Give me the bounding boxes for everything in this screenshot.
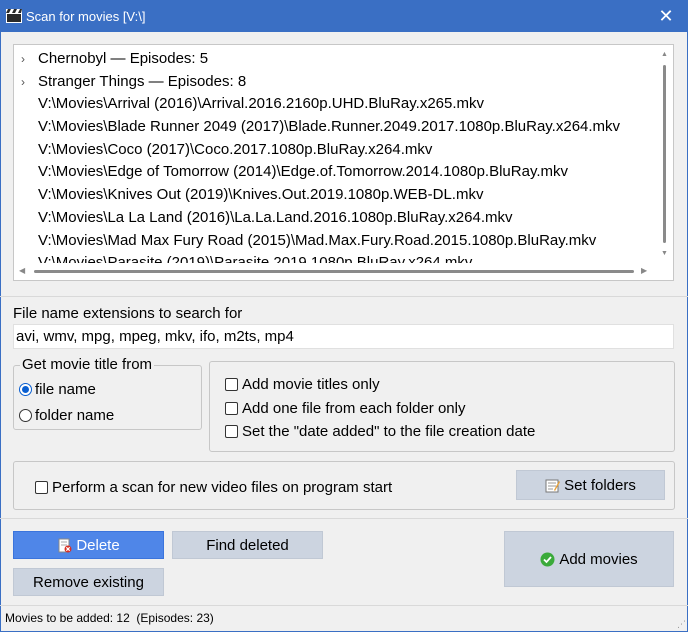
checkbox-icon[interactable] (225, 402, 238, 415)
tree-row-label: V:\Movies\Edge of Tomorrow (2014)\Edge.o… (38, 163, 568, 181)
tree-row-label: V:\Movies\Mad Max Fury Road (2015)\Mad.M… (38, 231, 597, 249)
tree-row[interactable]: V:\Movies\Arrival (2016)\Arrival.2016.21… (14, 93, 654, 116)
scroll-right-icon[interactable]: ▶ (641, 266, 647, 275)
scroll-up-icon[interactable]: ▲ (661, 51, 668, 58)
remove-existing-button[interactable]: Remove existing (13, 568, 164, 596)
add-movies-label: Add movies (559, 550, 638, 568)
option-scan-on-start[interactable]: Perform a scan for new video files on pr… (35, 479, 392, 496)
horizontal-scrollbar[interactable]: ◀ ▶ (14, 263, 658, 280)
tree-row[interactable]: › Stranger Things — Episodes: 8 (14, 71, 654, 94)
clapperboard-icon (6, 9, 22, 23)
delete-button[interactable]: Delete (13, 531, 164, 559)
tree-rows: › Chernobyl — Episodes: 5 › Stranger Things… (14, 48, 654, 275)
tree-row-label: V:\Movies\Knives Out (2019)\Knives.Out.2… (38, 186, 484, 204)
close-button[interactable]: ✕ (644, 0, 688, 32)
radio-folder-name[interactable]: folder name (19, 407, 114, 424)
scroll-down-icon[interactable]: ▼ (661, 250, 668, 257)
option-one-per-folder[interactable]: Add one file from each folder only (225, 400, 465, 417)
option-scan-on-start-label: Perform a scan for new video files on pr… (52, 479, 393, 496)
tree-row[interactable]: V:\Movies\Edge of Tomorrow (2014)\Edge.o… (14, 161, 654, 184)
radio-file-name-label: file name (35, 381, 96, 398)
check-circle-icon (540, 552, 555, 566)
find-deleted-label: Find deleted (206, 536, 289, 554)
resize-grip-icon[interactable]: ⋰ (677, 619, 686, 630)
vertical-scrollbar[interactable]: ▲ ▼ (656, 45, 673, 265)
tree-row[interactable]: V:\Movies\Knives Out (2019)\Knives.Out.2… (14, 184, 654, 207)
title-bar[interactable]: Scan for movies [V:\] ✕ (0, 0, 688, 32)
extensions-input[interactable] (13, 324, 674, 349)
option-one-per-folder-label: Add one file from each folder only (242, 400, 466, 417)
divider (0, 296, 688, 297)
tree-row-label: Stranger Things — Episodes: 8 (38, 72, 247, 90)
vertical-scroll-thumb[interactable] (663, 65, 666, 243)
close-icon: ✕ (658, 5, 674, 26)
tree-row[interactable]: › Chernobyl — Episodes: 5 (14, 48, 654, 71)
status-bar-text: Movies to be added: 12 (Episodes: 23) (5, 611, 214, 625)
radio-unselected-icon[interactable] (19, 409, 32, 422)
horizontal-scroll-thumb[interactable] (34, 270, 634, 273)
option-date-added[interactable]: Set the "date added" to the file creatio… (225, 423, 535, 440)
chevron-right-icon[interactable]: › (21, 48, 25, 71)
tree-row-label: V:\Movies\Coco (2017)\Coco.2017.1080p.Bl… (38, 140, 433, 158)
add-options-group: Add movie titles only Add one file from … (209, 361, 675, 452)
tree-row-label: V:\Movies\Blade Runner 2049 (2017)\Blade… (38, 118, 621, 136)
divider (0, 518, 688, 519)
tree-row-label: V:\Movies\La La Land (2016)\La.La.Land.2… (38, 208, 513, 226)
scan-results-tree[interactable]: › Chernobyl — Episodes: 5 › Stranger Things… (13, 44, 674, 281)
tree-row[interactable]: V:\Movies\Mad Max Fury Road (2015)\Mad.M… (14, 230, 654, 253)
remove-existing-label: Remove existing (33, 573, 144, 591)
tree-row[interactable]: V:\Movies\Coco (2017)\Coco.2017.1080p.Bl… (14, 139, 654, 162)
delete-label: Delete (76, 536, 120, 554)
set-folders-button[interactable]: Set folders (516, 470, 665, 500)
folder-edit-icon (545, 479, 561, 492)
tree-row-label: V:\Movies\Arrival (2016)\Arrival.2016.21… (38, 95, 485, 113)
tree-row[interactable]: V:\Movies\Blade Runner 2049 (2017)\Blade… (14, 116, 654, 139)
find-deleted-button[interactable]: Find deleted (172, 531, 323, 559)
checkbox-icon[interactable] (225, 425, 238, 438)
radio-selected-icon[interactable] (19, 383, 32, 396)
window-title: Scan for movies [V:\] (26, 9, 146, 24)
add-movies-button[interactable]: Add movies (504, 531, 674, 587)
chevron-right-icon[interactable]: › (21, 71, 25, 94)
option-add-titles-only-label: Add movie titles only (242, 376, 380, 393)
radio-folder-name-label: folder name (35, 407, 115, 424)
checkbox-icon[interactable] (35, 481, 48, 494)
tree-row-label: Chernobyl — Episodes: 5 (38, 50, 209, 67)
extensions-label: File name extensions to search for (13, 305, 243, 322)
title-source-group: Get movie title from file name folder na… (13, 356, 202, 430)
delete-icon (58, 538, 72, 552)
radio-file-name[interactable]: file name (19, 381, 96, 398)
option-date-added-label: Set the "date added" to the file creatio… (242, 423, 536, 440)
scroll-left-icon[interactable]: ◀ (19, 266, 25, 275)
option-add-titles-only[interactable]: Add movie titles only (225, 376, 380, 393)
tree-row[interactable]: V:\Movies\La La Land (2016)\La.La.Land.2… (14, 207, 654, 230)
status-divider (0, 605, 688, 606)
checkbox-icon[interactable] (225, 378, 238, 391)
set-folders-label: Set folders (564, 476, 636, 494)
title-source-label: Get movie title from (20, 356, 155, 373)
